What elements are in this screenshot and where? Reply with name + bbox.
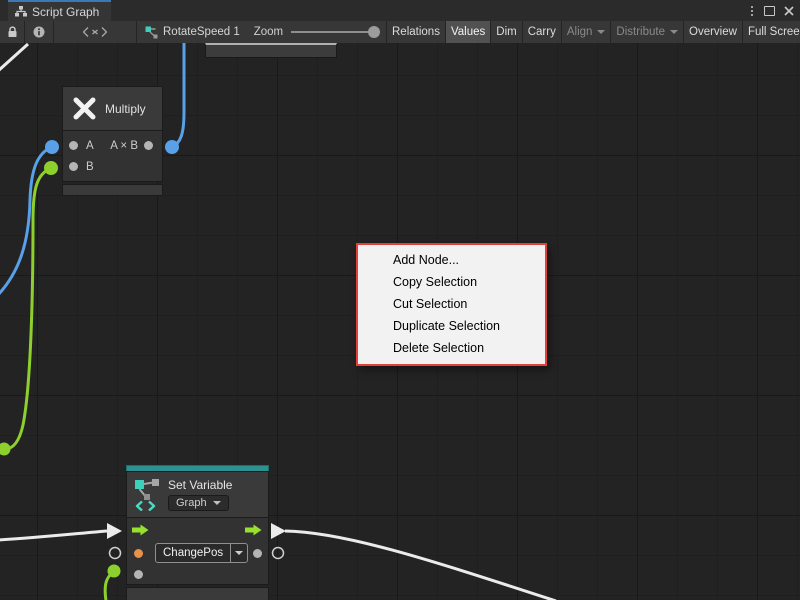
node-set-variable[interactable]: Set Variable Graph ChangePos — [126, 465, 269, 600]
multiply-x-icon — [72, 96, 97, 121]
distribute-label: Distribute — [616, 26, 665, 38]
value-output-port[interactable] — [253, 549, 262, 558]
wire-blue-output[interactable] — [172, 43, 184, 147]
menu-item-cut-selection[interactable]: Cut Selection — [358, 293, 545, 315]
node-multiply-header[interactable]: Multiply — [62, 86, 163, 131]
wire-white-topleft[interactable] — [0, 44, 28, 71]
window-controls — [749, 0, 794, 21]
breadcrumb[interactable]: RotateSpeed 1 — [137, 21, 250, 43]
full-screen-button[interactable]: Full Screen — [742, 21, 800, 43]
distribute-dropdown: Distribute — [610, 21, 683, 43]
output-label: A × B — [110, 140, 138, 152]
value-input-port[interactable] — [134, 570, 143, 579]
code-preview-button[interactable] — [54, 21, 137, 43]
input-port-b[interactable] — [69, 162, 78, 171]
toolbar-buttons: Relations Values Dim Carry Align Distrib… — [386, 21, 800, 43]
tab-label: Script Graph — [32, 5, 99, 19]
graph-hierarchy-icon — [15, 6, 27, 17]
breadcrumb-label: RotateSpeed 1 — [163, 26, 240, 38]
input-port-a[interactable] — [69, 141, 78, 150]
node-multiply[interactable]: Multiply A A × B B — [62, 86, 163, 196]
relations-button[interactable]: Relations — [386, 21, 445, 43]
variable-name-dropdown[interactable]: ChangePos — [155, 543, 248, 563]
port-label-b: B — [86, 161, 94, 173]
node-title: Set Variable — [168, 478, 232, 492]
port-connector-blue[interactable] — [45, 140, 59, 154]
flow-output-arrow-icon[interactable] — [245, 524, 262, 536]
chevron-down-icon — [235, 551, 243, 555]
node-set-variable-body: ChangePos — [126, 518, 269, 585]
context-menu: Add Node... Copy Selection Cut Selection… — [356, 243, 547, 366]
overview-button[interactable]: Overview — [683, 21, 742, 43]
wire-green-input-b[interactable] — [5, 168, 51, 449]
wire-green-bottom[interactable] — [105, 572, 114, 600]
chevron-down-icon — [213, 501, 221, 505]
maximize-icon[interactable] — [764, 6, 775, 16]
menu-item-copy-selection[interactable]: Copy Selection — [358, 271, 545, 293]
flow-connector-arrow[interactable] — [271, 523, 286, 539]
tab-script-graph[interactable]: Script Graph — [8, 0, 111, 21]
angle-brackets-x-icon — [83, 27, 107, 37]
port-connector-green[interactable] — [108, 565, 121, 578]
wire-white-flow-in[interactable] — [0, 531, 107, 540]
node-footer — [126, 587, 269, 600]
menu-item-delete-selection[interactable]: Delete Selection — [358, 337, 545, 359]
flow-connector-arrow[interactable] — [107, 523, 122, 539]
zoom-control: Zoom 1x — [254, 21, 399, 43]
carry-button[interactable]: Carry — [522, 21, 561, 43]
empty-port-circle[interactable] — [110, 548, 121, 559]
variable-kind-label: Graph — [176, 497, 207, 509]
lock-icon — [7, 26, 18, 38]
graph-toolbar: RotateSpeed 1 Zoom 1x Relations Values D… — [0, 21, 800, 44]
close-icon[interactable] — [784, 6, 794, 16]
output-port[interactable] — [144, 141, 153, 150]
lock-button[interactable] — [0, 21, 25, 43]
info-button[interactable] — [25, 21, 54, 43]
node-footer — [62, 184, 163, 196]
menu-item-add-node[interactable]: Add Node... — [358, 249, 545, 271]
port-label-a: A — [86, 140, 94, 152]
kebab-menu-icon[interactable] — [749, 4, 755, 18]
graph-canvas[interactable]: Multiply A A × B B — [0, 43, 800, 600]
variable-kind-dropdown[interactable]: Graph — [168, 495, 229, 511]
variable-name-value: ChangePos — [156, 544, 230, 562]
info-icon — [33, 26, 45, 38]
port-connector-green[interactable] — [0, 443, 11, 456]
empty-dropdown-box — [205, 43, 337, 58]
node-multiply-body: A A × B B — [62, 131, 163, 182]
zoom-slider-handle[interactable] — [368, 26, 380, 38]
empty-port-circle[interactable] — [273, 548, 284, 559]
node-set-variable-header[interactable]: Set Variable Graph — [126, 471, 269, 518]
chevron-down-icon — [670, 30, 678, 34]
menu-item-duplicate-selection[interactable]: Duplicate Selection — [358, 315, 545, 337]
align-dropdown: Align — [561, 21, 611, 43]
title-bar: Script Graph — [0, 0, 800, 21]
set-variable-icon — [134, 477, 160, 511]
dropdown-caret-button[interactable] — [230, 544, 247, 562]
zoom-label: Zoom — [254, 26, 283, 38]
zoom-slider[interactable] — [291, 31, 379, 33]
flow-input-arrow-icon[interactable] — [132, 524, 149, 536]
node-title: Multiply — [105, 102, 146, 116]
port-connector-green[interactable] — [44, 161, 58, 175]
variable-name-port[interactable] — [134, 549, 143, 558]
port-connector-blue[interactable] — [165, 140, 179, 154]
values-button[interactable]: Values — [445, 21, 490, 43]
dim-button[interactable]: Dim — [490, 21, 521, 43]
graph-node-icon — [145, 26, 158, 39]
wire-white-flow-out[interactable] — [285, 531, 556, 600]
wire-blue-input-a[interactable] — [0, 147, 52, 296]
align-label: Align — [567, 26, 593, 38]
chevron-down-icon — [597, 30, 605, 34]
